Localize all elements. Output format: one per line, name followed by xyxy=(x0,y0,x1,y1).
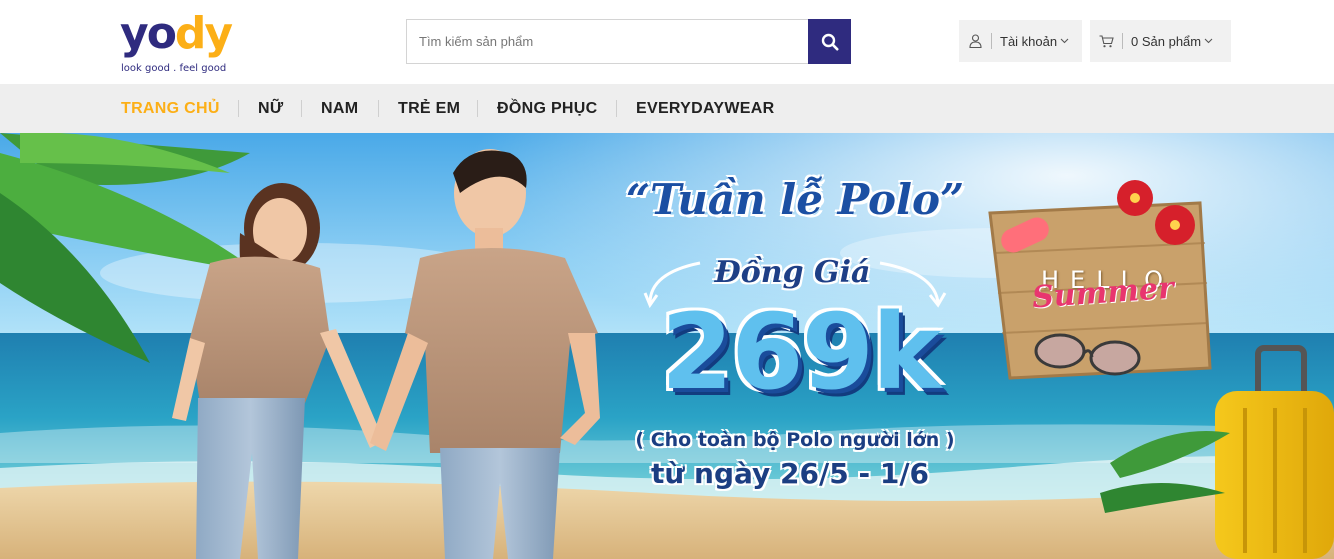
yody-logo[interactable]: yody look good . feel good xyxy=(120,8,233,76)
nav-item-kids[interactable]: TRẺ EM xyxy=(398,84,460,133)
search-bar xyxy=(406,19,851,64)
divider xyxy=(1122,33,1123,49)
nav-item-men[interactable]: NAM xyxy=(321,84,358,133)
logo-tagline: look good . feel good xyxy=(121,63,227,74)
cart-label: 0 Sản phẩm xyxy=(1131,33,1202,49)
nav-item-home[interactable]: TRANG CHỦ xyxy=(121,84,220,133)
search-button[interactable] xyxy=(808,19,851,64)
cart-icon xyxy=(1090,34,1122,48)
banner-note: ( Cho toàn bộ Polo người lớn ) xyxy=(635,429,955,451)
main-nav: TRANG CHỦ NỮ NAM TRẺ EM ĐỒNG PHỤC EVERYD… xyxy=(0,84,1334,133)
banner-subtitle: Đồng Giá xyxy=(714,255,871,290)
hero-banner[interactable]: “Tuần lễ Polo” Đồng Giá 269k ( Cho toàn … xyxy=(0,133,1334,559)
nav-divider xyxy=(301,100,302,117)
logo-wordmark: yody xyxy=(120,8,233,59)
nav-divider xyxy=(616,100,617,117)
nav-item-uniform[interactable]: ĐỒNG PHỤC xyxy=(497,84,597,133)
user-icon xyxy=(959,34,991,48)
chevron-down-icon xyxy=(1204,36,1213,46)
cart-button[interactable]: 0 Sản phẩm xyxy=(1090,20,1231,62)
banner-title: “Tuần lễ Polo” xyxy=(625,175,965,224)
banner-dates: từ ngày 26/5 - 1/6 xyxy=(650,457,930,490)
nav-divider xyxy=(477,100,478,117)
search-icon xyxy=(821,33,839,51)
search-input[interactable] xyxy=(406,19,808,64)
nav-divider xyxy=(238,100,239,117)
divider xyxy=(991,33,992,49)
site-header: yody look good . feel good Tài khoản 0 S… xyxy=(0,0,1334,84)
account-button[interactable]: Tài khoản xyxy=(959,20,1082,62)
banner-price: 269k xyxy=(660,291,941,413)
account-label: Tài khoản xyxy=(1000,33,1058,49)
nav-item-women[interactable]: NỮ xyxy=(258,84,283,133)
nav-divider xyxy=(378,100,379,117)
chevron-down-icon xyxy=(1060,36,1069,46)
nav-item-everydaywear[interactable]: EVERYDAYWEAR xyxy=(636,84,774,133)
